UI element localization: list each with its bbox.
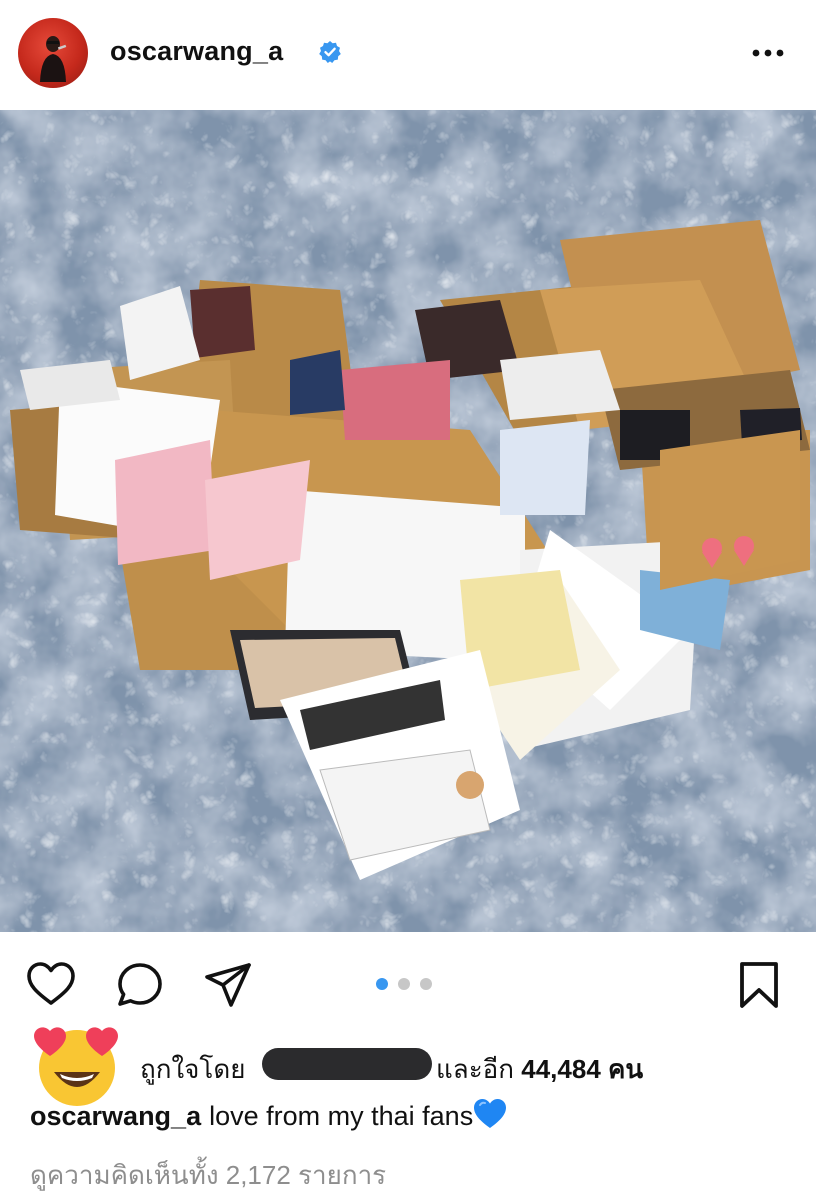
post-username[interactable]: oscarwang_a <box>110 36 283 67</box>
caption-text: love from my thai fans <box>209 1101 474 1131</box>
paper-plane-icon[interactable] <box>203 960 253 1010</box>
view-all-comments-link[interactable]: ดูความคิดเห็นทั้ง 2,172 รายการ <box>30 1155 386 1196</box>
carousel-dot <box>420 978 432 990</box>
post-photo[interactable] <box>0 110 816 932</box>
carousel-dot-active <box>376 978 388 990</box>
likes-count-text[interactable]: และอีก 44,484 คน <box>436 1049 643 1090</box>
avatar-person-icon <box>40 36 67 82</box>
blue-heart-icon <box>474 1099 507 1128</box>
carousel-dot <box>398 978 410 990</box>
post-header: oscarwang_a <box>0 0 816 108</box>
photo-letters-heart-image <box>0 110 816 932</box>
post-caption: oscarwang_a love from my thai fans <box>30 1098 507 1132</box>
bookmark-icon[interactable] <box>734 960 784 1010</box>
liked-by-label: ถูกใจโดย <box>140 1054 246 1084</box>
likes-unit: คน <box>608 1054 644 1084</box>
verified-badge-icon <box>319 41 341 63</box>
carousel-indicator <box>376 978 440 992</box>
heart-outline-icon[interactable] <box>26 960 76 1010</box>
heart-eyes-emoji-icon <box>34 1027 118 1106</box>
caption-username[interactable]: oscarwang_a <box>30 1101 201 1131</box>
avatar[interactable] <box>18 18 88 88</box>
more-options-icon[interactable] <box>748 38 788 68</box>
and-others-label: และอีก <box>436 1054 515 1084</box>
comment-bubble-icon[interactable] <box>115 960 165 1010</box>
likes-count: 44,484 <box>521 1054 601 1084</box>
redacted-username <box>262 1048 432 1080</box>
